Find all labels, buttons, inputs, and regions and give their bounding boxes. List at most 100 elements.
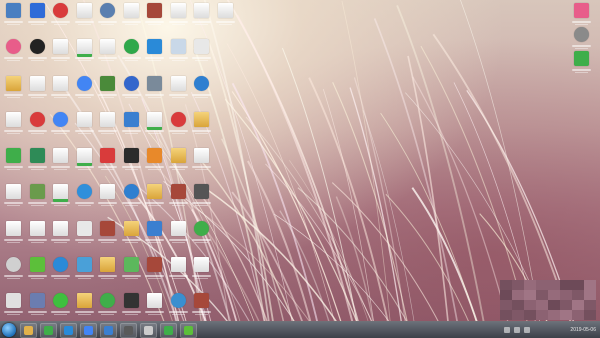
desktop-shortcut[interactable] [120,256,143,286]
desktop-shortcut[interactable] [49,2,72,32]
desktop-shortcut[interactable] [167,147,190,177]
start-button[interactable] [2,323,16,337]
desktop-shortcut[interactable] [143,111,166,141]
desktop-shortcut[interactable] [26,111,49,141]
explorer-button[interactable] [20,323,37,338]
desktop-shortcut[interactable] [214,2,237,32]
desktop-shortcut[interactable] [190,147,213,177]
desktop-shortcut[interactable] [96,2,119,32]
desktop-shortcut[interactable] [96,292,119,322]
desktop-shortcut[interactable] [143,220,166,250]
shortcut-label [167,20,190,26]
desktop-shortcut[interactable] [26,183,49,213]
desktop-shortcut[interactable] [73,147,96,177]
desktop-shortcut[interactable] [120,2,143,32]
desktop-shortcut[interactable] [26,38,49,68]
desktop-shortcut[interactable] [73,75,96,105]
desktop-shortcut[interactable] [120,111,143,141]
shortcut-label [190,201,213,207]
desktop-shortcut[interactable] [2,75,25,105]
desktop-shortcut[interactable] [73,38,96,68]
desktop-shortcut[interactable] [2,292,25,322]
desktop-shortcut[interactable] [26,147,49,177]
desktop-shortcut[interactable] [26,256,49,286]
desktop-shortcut[interactable] [167,111,190,141]
desktop-shortcut[interactable] [96,147,119,177]
app-button[interactable] [180,323,197,338]
desktop-shortcut[interactable] [26,220,49,250]
desktop-shortcut[interactable] [167,2,190,32]
desktop-shortcut[interactable] [190,256,213,286]
desktop-shortcut[interactable] [73,220,96,250]
desktop-shortcut[interactable] [73,183,96,213]
desktop-shortcut[interactable] [570,50,593,80]
desktop-shortcut[interactable] [49,183,72,213]
desktop-shortcut[interactable] [49,147,72,177]
shortcut-label [143,20,166,26]
desktop-shortcut[interactable] [167,38,190,68]
desktop-shortcut[interactable] [73,292,96,322]
recycle-button[interactable] [140,323,157,338]
app-button[interactable] [160,323,177,338]
desktop-shortcut[interactable] [2,111,25,141]
desktop-shortcut[interactable] [167,183,190,213]
desktop-shortcut[interactable] [2,38,25,68]
desktop-shortcut[interactable] [120,75,143,105]
desktop-shortcut[interactable] [49,75,72,105]
desktop-shortcut[interactable] [2,147,25,177]
volume-tray-icon[interactable] [514,327,520,333]
desktop-shortcut[interactable] [167,292,190,322]
chrome-button[interactable] [80,323,97,338]
desktop-shortcut[interactable] [167,256,190,286]
desktop-shortcut[interactable] [2,2,25,32]
desktop-shortcut[interactable] [49,111,72,141]
desktop-shortcut[interactable] [49,292,72,322]
desktop-shortcut[interactable] [2,183,25,213]
desktop-shortcut[interactable] [167,220,190,250]
desktop-shortcut[interactable] [143,75,166,105]
desktop-shortcut[interactable] [96,183,119,213]
app-button[interactable] [100,323,117,338]
desktop-shortcut[interactable] [143,256,166,286]
desktop-shortcut[interactable] [96,220,119,250]
desktop-shortcut[interactable] [26,75,49,105]
desktop-shortcut[interactable] [120,38,143,68]
network-tray-icon[interactable] [504,327,510,333]
desktop-shortcut[interactable] [120,220,143,250]
desktop-shortcut[interactable] [167,75,190,105]
media-player-button[interactable] [60,323,77,338]
system-clock[interactable]: 2019-05-06 [570,327,596,333]
desktop-shortcut[interactable] [49,38,72,68]
desktop-shortcut[interactable] [49,220,72,250]
battery-tray-icon[interactable] [524,327,530,333]
desktop-shortcut[interactable] [190,292,213,322]
desktop-shortcut[interactable] [143,38,166,68]
desktop-shortcut[interactable] [190,183,213,213]
desktop-shortcut[interactable] [143,2,166,32]
desktop-shortcut[interactable] [2,256,25,286]
desktop-shortcut[interactable] [190,38,213,68]
desktop-shortcut[interactable] [143,183,166,213]
desktop-shortcut[interactable] [190,2,213,32]
screen-button[interactable] [120,323,137,338]
desktop-shortcut[interactable] [120,147,143,177]
desktop-shortcut[interactable] [120,183,143,213]
desktop-shortcut[interactable] [26,2,49,32]
desktop-shortcut[interactable] [73,111,96,141]
desktop-shortcut[interactable] [190,75,213,105]
desktop-shortcut[interactable] [190,220,213,250]
desktop-shortcut[interactable] [96,38,119,68]
desktop-shortcut[interactable] [96,256,119,286]
desktop-shortcut[interactable] [143,292,166,322]
desktop-shortcut[interactable] [73,256,96,286]
desktop-shortcut[interactable] [143,147,166,177]
desktop-shortcut[interactable] [120,292,143,322]
desktop-shortcut[interactable] [2,220,25,250]
desktop-shortcut[interactable] [49,256,72,286]
desktop-shortcut[interactable] [96,75,119,105]
desktop-shortcut[interactable] [73,2,96,32]
desktop-shortcut[interactable] [96,111,119,141]
browser-button[interactable] [40,323,57,338]
desktop-shortcut[interactable] [190,111,213,141]
desktop-shortcut[interactable] [26,292,49,322]
